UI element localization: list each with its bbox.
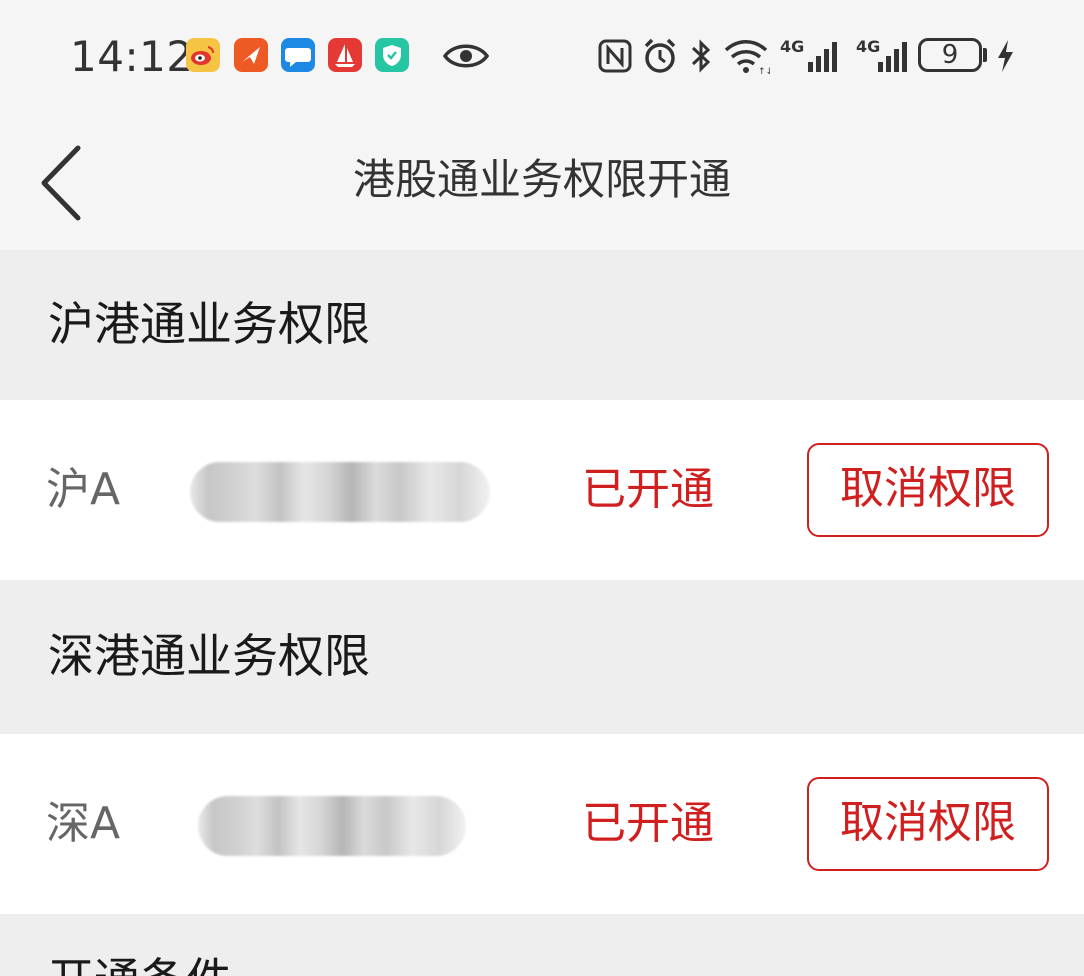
nfc-icon bbox=[598, 36, 632, 76]
nav-bar: 港股通业务权限开通 bbox=[0, 118, 1084, 250]
account-number-masked bbox=[198, 796, 466, 856]
account-type-sz: 深A bbox=[46, 798, 121, 849]
account-row-sh: 沪A 已开通 取消权限 bbox=[0, 400, 1084, 580]
section-header-conditions: 开通条件 bbox=[0, 914, 1084, 976]
redaction-mask bbox=[198, 796, 466, 856]
shield-app-icon bbox=[375, 38, 409, 72]
cancel-permission-button-sz[interactable]: 取消权限 bbox=[807, 777, 1049, 871]
section-header-sh: 沪港通业务权限 bbox=[0, 250, 1084, 400]
signal-label-1: 4G bbox=[780, 37, 804, 56]
cancel-permission-button-sh[interactable]: 取消权限 bbox=[807, 443, 1049, 537]
section-title-sh: 沪港通业务权限 bbox=[48, 297, 370, 351]
account-row-sz: 深A 已开通 取消权限 bbox=[0, 734, 1084, 914]
feishu-icon bbox=[234, 38, 268, 72]
status-time: 14:12 bbox=[70, 32, 194, 81]
status-bar: 14:12 ↑↓ 4G 4G 9 bbox=[0, 0, 1084, 118]
account-type-sh: 沪A bbox=[46, 464, 121, 515]
status-badge-sz: 已开通 bbox=[582, 798, 714, 849]
alarm-icon bbox=[642, 36, 678, 76]
section-header-sz: 深港通业务权限 bbox=[0, 580, 1084, 734]
battery-indicator: 9 bbox=[918, 38, 982, 72]
charging-bolt-icon bbox=[994, 36, 1016, 76]
weibo-icon bbox=[186, 38, 220, 72]
message-icon bbox=[281, 38, 315, 72]
redaction-mask bbox=[190, 462, 490, 522]
account-number-masked bbox=[190, 462, 490, 522]
signal-label-2: 4G bbox=[856, 37, 880, 56]
section-title-conditions: 开通条件 bbox=[48, 950, 232, 976]
status-badge-sh: 已开通 bbox=[582, 464, 714, 515]
bluetooth-icon bbox=[688, 36, 714, 76]
sail-app-icon bbox=[328, 38, 362, 72]
battery-tip bbox=[983, 48, 987, 62]
wifi-icon: ↑↓ bbox=[722, 36, 773, 77]
svg-text:↑↓: ↑↓ bbox=[758, 67, 770, 76]
signal-4g-icon-2: 4G bbox=[854, 36, 910, 76]
eye-icon bbox=[442, 36, 490, 76]
signal-4g-icon: 4G bbox=[778, 36, 842, 76]
section-title-sz: 深港通业务权限 bbox=[48, 629, 370, 683]
page-title: 港股通业务权限开通 bbox=[352, 155, 731, 204]
